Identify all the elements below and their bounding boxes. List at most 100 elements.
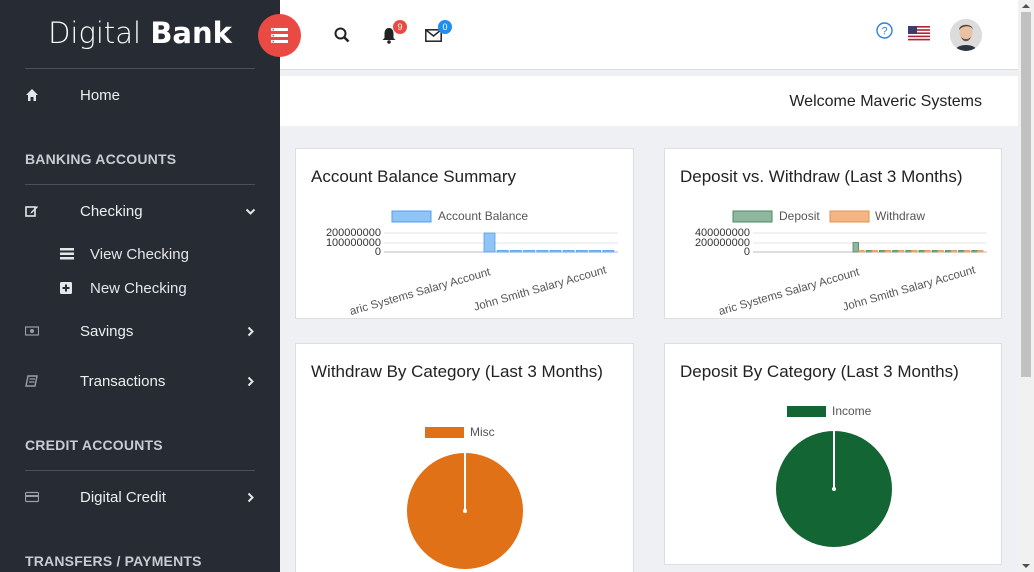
legend-label-withdraw: Withdraw [875,209,925,223]
bar-withdraw [963,250,971,253]
list-icon [60,248,74,260]
top-bar: 9 0 ? [258,0,1018,70]
sidebar-subitem-new-checking[interactable]: New Checking [0,278,280,300]
bar-account-balance [496,250,509,253]
sidebar-item-label: Checking [80,203,143,220]
y-tick-label: 200000000 [695,237,750,249]
menu-icon [271,28,288,43]
chevron-down-icon [245,208,256,215]
legend-label-income: Income [832,404,872,418]
x-tick-label: aric Systems Salary Account [348,266,492,318]
deposit-category-card: Deposit By Category (Last 3 Months) Inco… [664,343,1002,565]
bar-deposit [852,242,859,253]
bar-account-balance [483,232,496,253]
edit-icon [25,206,38,217]
bar-account-balance [562,250,575,253]
sidebar-item-digital-credit[interactable]: Digital Credit [0,486,280,510]
bar-deposit [878,250,886,253]
divider [25,470,255,471]
legend-label-misc: Misc [470,425,495,439]
deposit-category-pie: Income [776,404,892,547]
menu-toggle-button[interactable] [258,14,301,57]
y-tick-label: 100000000 [326,237,381,249]
us-flag-icon[interactable] [908,26,930,42]
scrollbar-thumb[interactable] [1021,12,1031,377]
chevron-right-icon [247,376,254,387]
bar-deposit [892,250,899,253]
sidebar-item-transactions[interactable]: Transactions [0,370,280,394]
divider [25,68,255,69]
bar-deposit [971,250,978,253]
help-icon[interactable]: ? [876,22,893,39]
legend-swatch-misc [425,427,464,438]
bar-account-balance [549,250,562,253]
avatar-image [950,19,982,51]
withdraw-category-card: Withdraw By Category (Last 3 Months) Mis… [295,343,634,572]
scroll-down-arrow-icon[interactable] [1018,560,1034,572]
x-tick-label: aric Systems Salary Account [717,266,861,318]
money-icon [25,326,39,336]
x-tick-label: John Smith Salary Account [472,264,608,314]
bar-withdraw [910,250,918,253]
credit-card-icon [25,491,39,503]
bar-account-balance [589,250,602,253]
welcome-bar: Welcome Maveric Systems [280,76,1018,126]
bar-deposit [958,250,965,253]
sidebar-subitem-view-checking[interactable]: View Checking [0,244,280,266]
bar-account-balance [509,250,522,253]
deposit-withdraw-card: Deposit vs. Withdraw (Last 3 Months) Dep… [664,148,1002,319]
legend-swatch-balance [391,210,432,223]
bar-withdraw [884,250,891,253]
user-avatar[interactable] [950,19,982,51]
pie-center [832,487,836,491]
sidebar-item-checking[interactable]: Checking [0,200,280,224]
bar-withdraw [871,250,878,253]
scroll-up-arrow-icon[interactable] [1018,0,1034,12]
bar-withdraw [897,250,905,253]
divider [25,184,255,185]
bar-withdraw [937,250,944,253]
account-balance-chart: Account Balance 200000000 100000000 0 ar… [326,209,618,318]
home-icon [26,89,38,101]
section-credit-accounts: CREDIT ACCOUNTS [25,437,163,453]
sidebar-subitem-label: View Checking [90,246,189,263]
sidebar-item-home[interactable]: Home [0,84,280,108]
sidebar-item-label: Transactions [80,373,166,390]
section-banking-accounts: BANKING ACCOUNTS [25,151,177,167]
deposit-withdraw-chart: Deposit Withdraw 400000000 200000000 0 a… [695,209,987,318]
bar-withdraw [950,250,957,253]
book-icon [25,375,38,387]
y-tick-label: 0 [375,246,381,258]
x-tick-label: John Smith Salary Account [841,264,977,314]
brand-light: Digital [48,16,142,50]
legend-label-balance: Account Balance [438,209,528,223]
legend-swatch-withdraw [829,210,870,223]
bar-account-balance [602,250,615,253]
sidebar-item-label: Digital Credit [80,489,166,506]
bar-deposit [944,250,952,253]
welcome-text: Welcome Maveric Systems [789,93,982,110]
bar-deposit [931,250,939,253]
bar-deposit [905,250,912,253]
plus-square-icon [60,282,72,294]
message-badge: 0 [438,20,452,34]
bar-withdraw [924,250,931,253]
bar-account-balance [575,250,588,253]
legend-swatch-income [787,406,826,417]
account-balance-card: Account Balance Summary Account Balance … [295,148,634,319]
brand-logo[interactable]: Digital Bank [0,16,280,50]
vertical-scrollbar[interactable] [1018,0,1034,572]
bar-withdraw [976,250,984,253]
sidebar-item-savings[interactable]: Savings [0,320,280,344]
bar-account-balance [536,250,549,253]
pie-center [463,509,467,513]
sidebar: Digital Bank Home BANKING ACCOUNTS Check… [0,0,280,572]
chevron-right-icon [247,492,254,503]
help-glyph: ? [881,26,887,38]
legend-label-deposit: Deposit [779,209,820,223]
y-tick-label: 0 [744,246,750,258]
search-icon[interactable] [334,27,350,43]
chevron-right-icon [247,326,254,337]
bar-withdraw [858,250,865,253]
bar-account-balance [523,250,536,253]
